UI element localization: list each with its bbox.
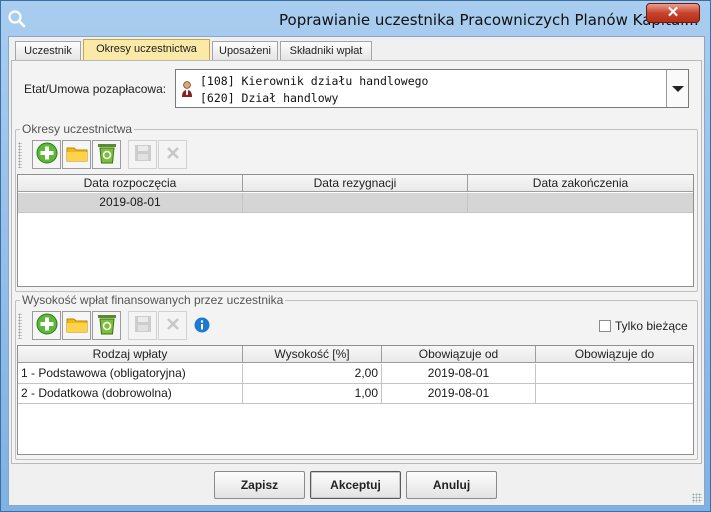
x-icon <box>166 317 180 334</box>
to-cell <box>536 364 693 383</box>
checkbox-box[interactable] <box>599 320 611 332</box>
cancel-button[interactable]: Anuluj <box>406 471 497 499</box>
wplaty-table-header: Rodzaj wpłaty Wysokość [%] Obowiązuje od… <box>18 346 693 363</box>
wplaty-save-button[interactable] <box>128 311 157 340</box>
person-icon <box>180 80 194 98</box>
column-header[interactable]: Rodzaj wpłaty <box>18 346 243 363</box>
end-date-cell <box>468 193 693 212</box>
etat-department-text: [620] Dział handlowy <box>200 91 339 105</box>
folder-icon <box>66 315 88 336</box>
okresy-group: Okresy uczestnictwa Data rozpoczęcia Dat… <box>15 122 698 292</box>
title-bar[interactable]: Poprawianie uczestnika Pracowniczych Pla… <box>1 1 710 37</box>
window-title: Poprawianie uczestnika Pracowniczych Pla… <box>279 11 699 29</box>
disk-icon <box>134 144 152 165</box>
from-cell: 2019-08-01 <box>382 384 536 403</box>
tab-okresy-uczestnictwa[interactable]: Okresy uczestnictwa <box>83 39 210 62</box>
okresy-table: Data rozpoczęcia Data rezygnacji Data za… <box>17 174 694 287</box>
okresy-open-button[interactable] <box>62 140 91 169</box>
to-cell <box>536 384 693 403</box>
column-header[interactable]: Data zakończenia <box>468 175 693 192</box>
okresy-add-button[interactable] <box>32 140 61 169</box>
wplaty-remove-button[interactable] <box>158 311 187 340</box>
column-header[interactable]: Data rozpoczęcia <box>18 175 243 192</box>
okresy-group-title: Okresy uczestnictwa <box>20 122 135 136</box>
table-row[interactable]: 2019-08-01 <box>18 193 693 213</box>
search-icon <box>7 9 27 29</box>
wplaty-group-title: Wysokość wpłat finansowanych przez uczes… <box>20 293 286 307</box>
type-cell: 2 - Dodatkowa (dobrowolna) <box>18 384 243 403</box>
etat-select[interactable]: [108] Kierownik działu handlowego [620] … <box>175 69 689 108</box>
wplaty-delete-button[interactable] <box>92 311 121 340</box>
resize-grip[interactable] <box>692 493 702 503</box>
okresy-remove-button[interactable] <box>158 140 187 169</box>
table-row[interactable]: 2 - Dodatkowa (dobrowolna) 1,00 2019-08-… <box>18 384 693 404</box>
amount-cell: 1,00 <box>243 384 382 403</box>
okresy-toolbar <box>18 140 198 170</box>
toolbar-grip[interactable] <box>18 313 22 339</box>
add-icon <box>36 142 58 167</box>
chevron-down-icon[interactable] <box>666 70 688 107</box>
column-header[interactable]: Obowiązuje do <box>536 346 693 363</box>
wplaty-open-button[interactable] <box>62 311 91 340</box>
dialog-window: Poprawianie uczestnika Pracowniczych Pla… <box>0 0 711 512</box>
accept-button[interactable]: Akceptuj <box>310 471 401 499</box>
okresy-save-button[interactable] <box>128 140 157 169</box>
etat-label: Etat/Umowa pozapłacowa: <box>24 82 167 96</box>
start-date-cell: 2019-08-01 <box>18 193 243 212</box>
type-cell: 1 - Podstawowa (obligatoryjna) <box>18 364 243 383</box>
column-header[interactable]: Data rezygnacji <box>243 175 468 192</box>
wplaty-toolbar <box>18 311 228 341</box>
table-row[interactable]: 1 - Podstawowa (obligatoryjna) 2,00 2019… <box>18 364 693 384</box>
info-icon[interactable] <box>194 317 210 336</box>
okresy-table-header: Data rozpoczęcia Data rezygnacji Data za… <box>18 175 693 192</box>
toolbar-grip[interactable] <box>18 142 22 168</box>
only-current-label: Tylko bieżące <box>615 319 688 333</box>
okresy-delete-button[interactable] <box>92 140 121 169</box>
folder-icon <box>66 144 88 165</box>
wplaty-group: Wysokość wpłat finansowanych przez uczes… <box>15 293 698 460</box>
x-icon <box>166 146 180 163</box>
from-cell: 2019-08-01 <box>382 364 536 383</box>
tab-uposazeni[interactable]: Uposażeni <box>212 41 278 61</box>
disk-icon <box>134 315 152 336</box>
tab-skladniki-wplat[interactable]: Składniki wpłat <box>280 41 372 61</box>
amount-cell: 2,00 <box>243 364 382 383</box>
resign-date-cell <box>243 193 468 212</box>
tab-uczestnik[interactable]: Uczestnik <box>15 41 81 61</box>
close-button[interactable]: ✕ <box>646 3 700 23</box>
etat-position-text: [108] Kierownik działu handlowego <box>200 74 429 88</box>
column-header[interactable]: Wysokość [%] <box>243 346 382 363</box>
dialog-body: Uczestnik Okresy uczestnictwa Uposażeni … <box>8 36 705 506</box>
wplaty-table: Rodzaj wpłaty Wysokość [%] Obowiązuje od… <box>17 345 694 455</box>
recycle-bin-icon <box>97 142 117 167</box>
column-header[interactable]: Obowiązuje od <box>382 346 536 363</box>
wplaty-add-button[interactable] <box>32 311 61 340</box>
only-current-checkbox[interactable]: Tylko bieżące <box>599 319 688 333</box>
tab-panel: Etat/Umowa pozapłacowa: [108] Kierownik … <box>11 60 702 464</box>
recycle-bin-icon <box>97 313 117 338</box>
add-icon <box>36 313 58 338</box>
save-button[interactable]: Zapisz <box>214 471 305 499</box>
